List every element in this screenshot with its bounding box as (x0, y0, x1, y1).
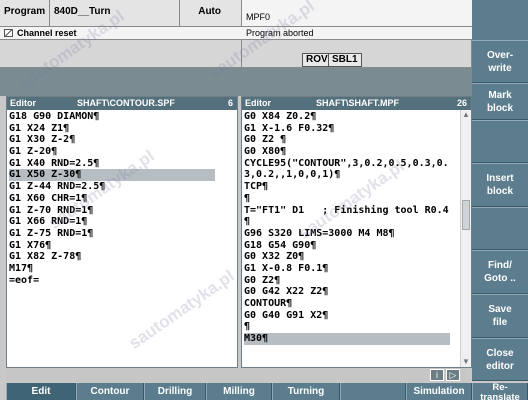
code-line[interactable]: G0 X80¶ (244, 146, 471, 158)
softkey-overwrite[interactable]: Over- write (472, 40, 528, 83)
code-line[interactable]: G18 G90 DIAMON¶ (9, 111, 237, 123)
softkey-empty-2[interactable] (472, 207, 528, 250)
editor-left[interactable]: Editor SHAFT\CONTOUR.SPF 6 G18 G90 DIAMO… (6, 96, 238, 368)
header-band (0, 68, 472, 96)
code-line[interactable]: G0 G40 G91 X2¶ (244, 310, 471, 322)
softkey-empty-1[interactable] (472, 120, 528, 163)
softkey-edit[interactable]: Edit (6, 383, 76, 400)
code-line[interactable]: G18 G54 G90¶ (244, 240, 471, 252)
editor-right-count: 26 (456, 98, 467, 108)
area-field: Program (0, 0, 50, 27)
code-line[interactable]: CONTOUR¶ (244, 298, 471, 310)
code-line[interactable]: G0 X84 Z0.2¶ (244, 111, 471, 123)
softkey-contour[interactable]: Contour (76, 383, 144, 400)
softkey-simulation[interactable]: Simulation (406, 383, 472, 400)
code-line[interactable]: G1 X66 RND=1¶ (9, 216, 237, 228)
next-arrow-icon[interactable]: ▷ (446, 369, 460, 381)
code-line[interactable]: G96 S320 LIMS=3000 M4 M8¶ (244, 228, 471, 240)
code-line[interactable]: G1 X-0.8 F0.1¶ (244, 263, 471, 275)
info-icon[interactable]: i (430, 369, 444, 381)
code-line[interactable]: G1 Z-20¶ (9, 146, 237, 158)
softkey-drilling[interactable]: Drilling (144, 383, 206, 400)
code-line[interactable]: G1 X76¶ (9, 240, 237, 252)
softkey-close-editor-label: Close editor (486, 347, 514, 372)
editor-right-code[interactable]: G0 X84 Z0.2¶ G1 X-1.6 F0.32¶ G0 Z2 ¶ G0 X80… (242, 110, 471, 345)
sbl1-flag: SBL1 (328, 53, 362, 67)
code-line[interactable]: M17¶ (9, 263, 237, 275)
softkey-insert-block[interactable]: Insert block (472, 163, 528, 207)
code-line[interactable]: CYCLE95("CONTOUR",3,0.2,0.5,0.3,0. (244, 158, 471, 170)
code-line[interactable]: G1 X-1.6 F0.32¶ (244, 123, 471, 135)
scroll-up-icon[interactable]: ▲ (461, 110, 471, 120)
code-line[interactable]: G1 X82 Z-78¶ (9, 251, 237, 263)
editor-left-label: Editor (10, 98, 36, 108)
softkey-find-goto-label: Find/ Goto .. (484, 260, 516, 284)
code-line[interactable]: G1 X24 Z1¶ (9, 123, 237, 135)
softkey-empty-h[interactable] (340, 383, 406, 400)
alarm-text: Channel reset (17, 28, 77, 38)
softkey-turning[interactable]: Turning (272, 383, 340, 400)
editor-left-code[interactable]: G18 G90 DIAMON¶ G1 X24 Z1¶ G1 X30 Z-2¶ G1 Z… (7, 110, 237, 286)
editor-left-title: Editor SHAFT\CONTOUR.SPF 6 (7, 97, 237, 110)
softkey-insert-block-label: Insert block (486, 173, 514, 197)
scroll-down-icon[interactable]: ▼ (461, 357, 471, 367)
softkey-mark-block[interactable]: Mark block (472, 83, 528, 120)
softkey-top-bar (472, 0, 528, 40)
code-line[interactable]: G1 X60 CHR=1¶ (9, 193, 237, 205)
softkey-find-goto[interactable]: Find/ Goto .. (472, 250, 528, 294)
code-line[interactable]: G1 X30 Z-2¶ (9, 134, 237, 146)
softkey-save-file-label: Save file (488, 304, 512, 328)
editor-right-scrollbar[interactable]: ▲ ▼ (460, 110, 471, 367)
code-line[interactable]: G1 Z-70 RND=1¶ (9, 205, 237, 217)
softkey-save-file[interactable]: Save file (472, 294, 528, 338)
softkey-retranslate[interactable]: Re- translate (472, 383, 528, 400)
editor-left-count: 6 (227, 98, 233, 108)
code-line[interactable]: G0 Z2 ¶ (244, 134, 471, 146)
code-line[interactable]: M30¶ (244, 333, 450, 345)
code-line[interactable]: G0 X32 Z0¶ (244, 251, 471, 263)
editor-right-title: Editor SHAFT\SHAFT.MPF 26 (242, 97, 471, 110)
softkey-milling[interactable]: Milling (206, 383, 272, 400)
mode-field: Auto (180, 0, 242, 27)
editor-right-label: Editor (245, 98, 271, 108)
alarm-line: Channel reset (0, 27, 242, 40)
scroll-thumb[interactable] (462, 200, 470, 230)
code-line[interactable]: 3,0.2,,1,0,0,1)¶ (244, 169, 471, 181)
softkey-mark-block-label: Mark block (486, 89, 514, 114)
code-line[interactable]: G1 Z-75 RND=1¶ (9, 228, 237, 240)
softkey-close-editor[interactable]: Close editor (472, 338, 528, 381)
reset-icon (4, 29, 13, 37)
code-line[interactable]: ¶ (244, 321, 471, 333)
editor-left-file: SHAFT\CONTOUR.SPF (77, 98, 175, 108)
softkey-overwrite-label: Over- write (486, 49, 514, 74)
editor-right-file: SHAFT\SHAFT.MPF (316, 98, 399, 108)
editor-right[interactable]: Editor SHAFT\SHAFT.MPF 26 G0 X84 Z0.2¶ G1… (241, 96, 472, 368)
editor-status-strip: i ▷ (6, 368, 466, 382)
code-line[interactable]: ¶ (244, 216, 471, 228)
code-line[interactable]: G0 Z2¶ (244, 275, 471, 287)
code-line[interactable]: G0 G42 X22 Z2¶ (244, 286, 471, 298)
